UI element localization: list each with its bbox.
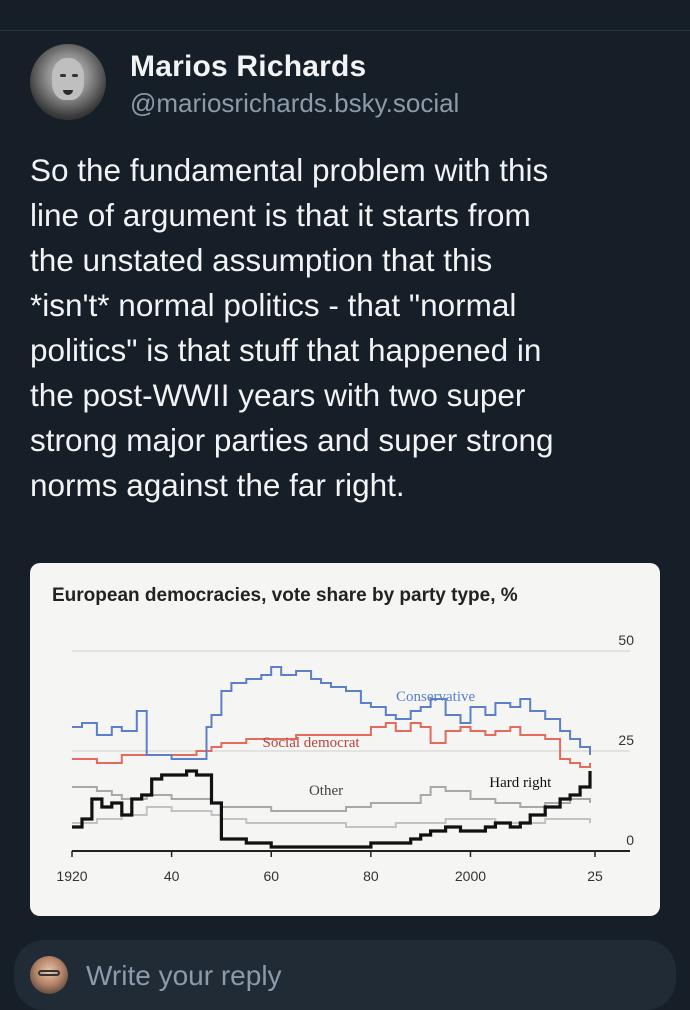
chart-title: European democracies, vote share by part… xyxy=(52,585,518,606)
reply-placeholder: Write your reply xyxy=(86,960,282,991)
series-label: Conservative xyxy=(396,689,475,705)
series-label: Hard right xyxy=(489,775,552,791)
post-text: So the fundamental problem with this lin… xyxy=(30,152,554,503)
top-divider xyxy=(0,30,690,31)
series-label: Social democrat xyxy=(263,735,361,751)
x-tick-label: 2000 xyxy=(455,868,486,884)
avatar-glasses xyxy=(38,970,60,976)
chart-image[interactable]: European democracies, vote share by part… xyxy=(30,563,660,916)
x-tick-label: 40 xyxy=(164,868,180,884)
series-label: Other xyxy=(309,783,343,799)
avatar-eye-left xyxy=(60,74,66,77)
x-tick-label: 1920 xyxy=(56,868,87,884)
y-tick-label: 25 xyxy=(618,732,634,748)
reply-composer[interactable]: Write your reply xyxy=(14,940,676,1010)
avatar-eye-right xyxy=(72,74,78,77)
author-handle[interactable]: @mariosrichards.bsky.social xyxy=(130,88,459,119)
user-avatar xyxy=(30,956,68,994)
y-tick-label: 0 xyxy=(626,832,634,848)
x-tick-label: 25 xyxy=(587,868,603,884)
author-avatar[interactable] xyxy=(30,44,106,120)
x-tick-label: 80 xyxy=(363,868,379,884)
chart-svg: European democracies, vote share by part… xyxy=(52,585,634,884)
x-tick-label: 60 xyxy=(263,868,279,884)
y-tick-label: 50 xyxy=(618,632,634,648)
author-name[interactable]: Marios Richards xyxy=(130,50,366,84)
